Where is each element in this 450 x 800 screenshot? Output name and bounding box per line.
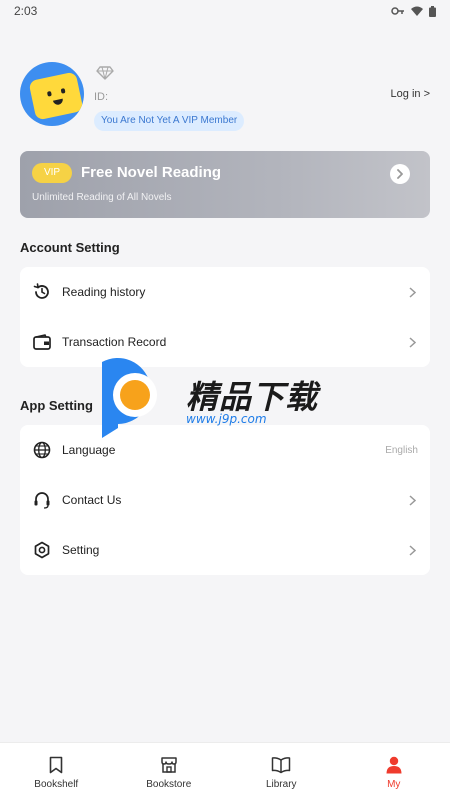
status-time: 2:03 (14, 4, 38, 18)
nav-bookshelf-label: Bookshelf (34, 778, 79, 790)
watermark-url: www.j9p.com (186, 412, 267, 426)
nav-library[interactable]: Library (225, 743, 338, 800)
reading-history-label: Reading history (62, 285, 146, 299)
chevron-right-icon (406, 493, 418, 507)
globe-icon (32, 440, 52, 460)
app-setting-title: App Setting (20, 398, 93, 413)
status-icons (391, 5, 436, 17)
setting-label: Setting (62, 543, 100, 557)
login-link[interactable]: Log in > (391, 88, 430, 100)
history-icon (32, 282, 52, 302)
vip-title: Free Novel Reading (81, 164, 222, 181)
status-bar: 2:03 (0, 0, 450, 22)
profile-header: ID: You Are Not Yet A VIP Member Log in … (20, 62, 430, 132)
account-setting-title: Account Setting (20, 240, 120, 255)
diamond-icon (96, 66, 114, 80)
headset-icon (32, 490, 52, 510)
chevron-right-icon (406, 543, 418, 557)
avatar[interactable] (20, 62, 84, 126)
watermark-logo-icon (102, 358, 157, 438)
setting-row[interactable]: Setting (20, 525, 430, 575)
app-setting-card: Language English Contact Us Setting (20, 425, 430, 575)
contact-us-row[interactable]: Contact Us (20, 475, 430, 525)
reading-history-row[interactable]: Reading history (20, 267, 430, 317)
language-label: Language (62, 443, 116, 457)
nav-bookstore-label: Bookstore (146, 778, 192, 790)
nav-bookstore[interactable]: Bookstore (113, 743, 226, 800)
bottom-nav: Bookshelf Bookstore Library My (0, 742, 450, 800)
nav-bookshelf[interactable]: Bookshelf (0, 743, 113, 800)
book-icon (270, 754, 292, 776)
person-icon (383, 754, 405, 776)
settings-icon (32, 540, 52, 560)
vip-subtitle: Unlimited Reading of All Novels (32, 192, 172, 203)
wifi-icon (411, 6, 423, 16)
wallet-icon (32, 332, 52, 352)
vip-banner[interactable]: VIP Free Novel Reading Unlimited Reading… (20, 151, 430, 218)
key-icon (391, 7, 404, 15)
vip-status-badge: You Are Not Yet A VIP Member (94, 111, 245, 131)
account-setting-card: Reading history Transaction Record (20, 267, 430, 367)
chevron-right-icon (406, 285, 418, 299)
nav-my-label: My (387, 778, 401, 790)
user-id: ID: (94, 91, 109, 103)
nav-library-label: Library (265, 778, 297, 790)
battery-icon (429, 5, 436, 17)
transaction-record-label: Transaction Record (62, 335, 167, 349)
vip-tag: VIP (32, 163, 72, 183)
watermark: 精品下载 www.j9p.com (98, 358, 348, 442)
bookmark-icon (45, 754, 67, 776)
nav-my[interactable]: My (338, 743, 450, 800)
chevron-right-icon (406, 335, 418, 349)
language-value: English (385, 444, 418, 456)
store-icon (158, 754, 180, 776)
contact-us-label: Contact Us (62, 493, 122, 507)
chevron-right-icon[interactable] (390, 164, 410, 184)
